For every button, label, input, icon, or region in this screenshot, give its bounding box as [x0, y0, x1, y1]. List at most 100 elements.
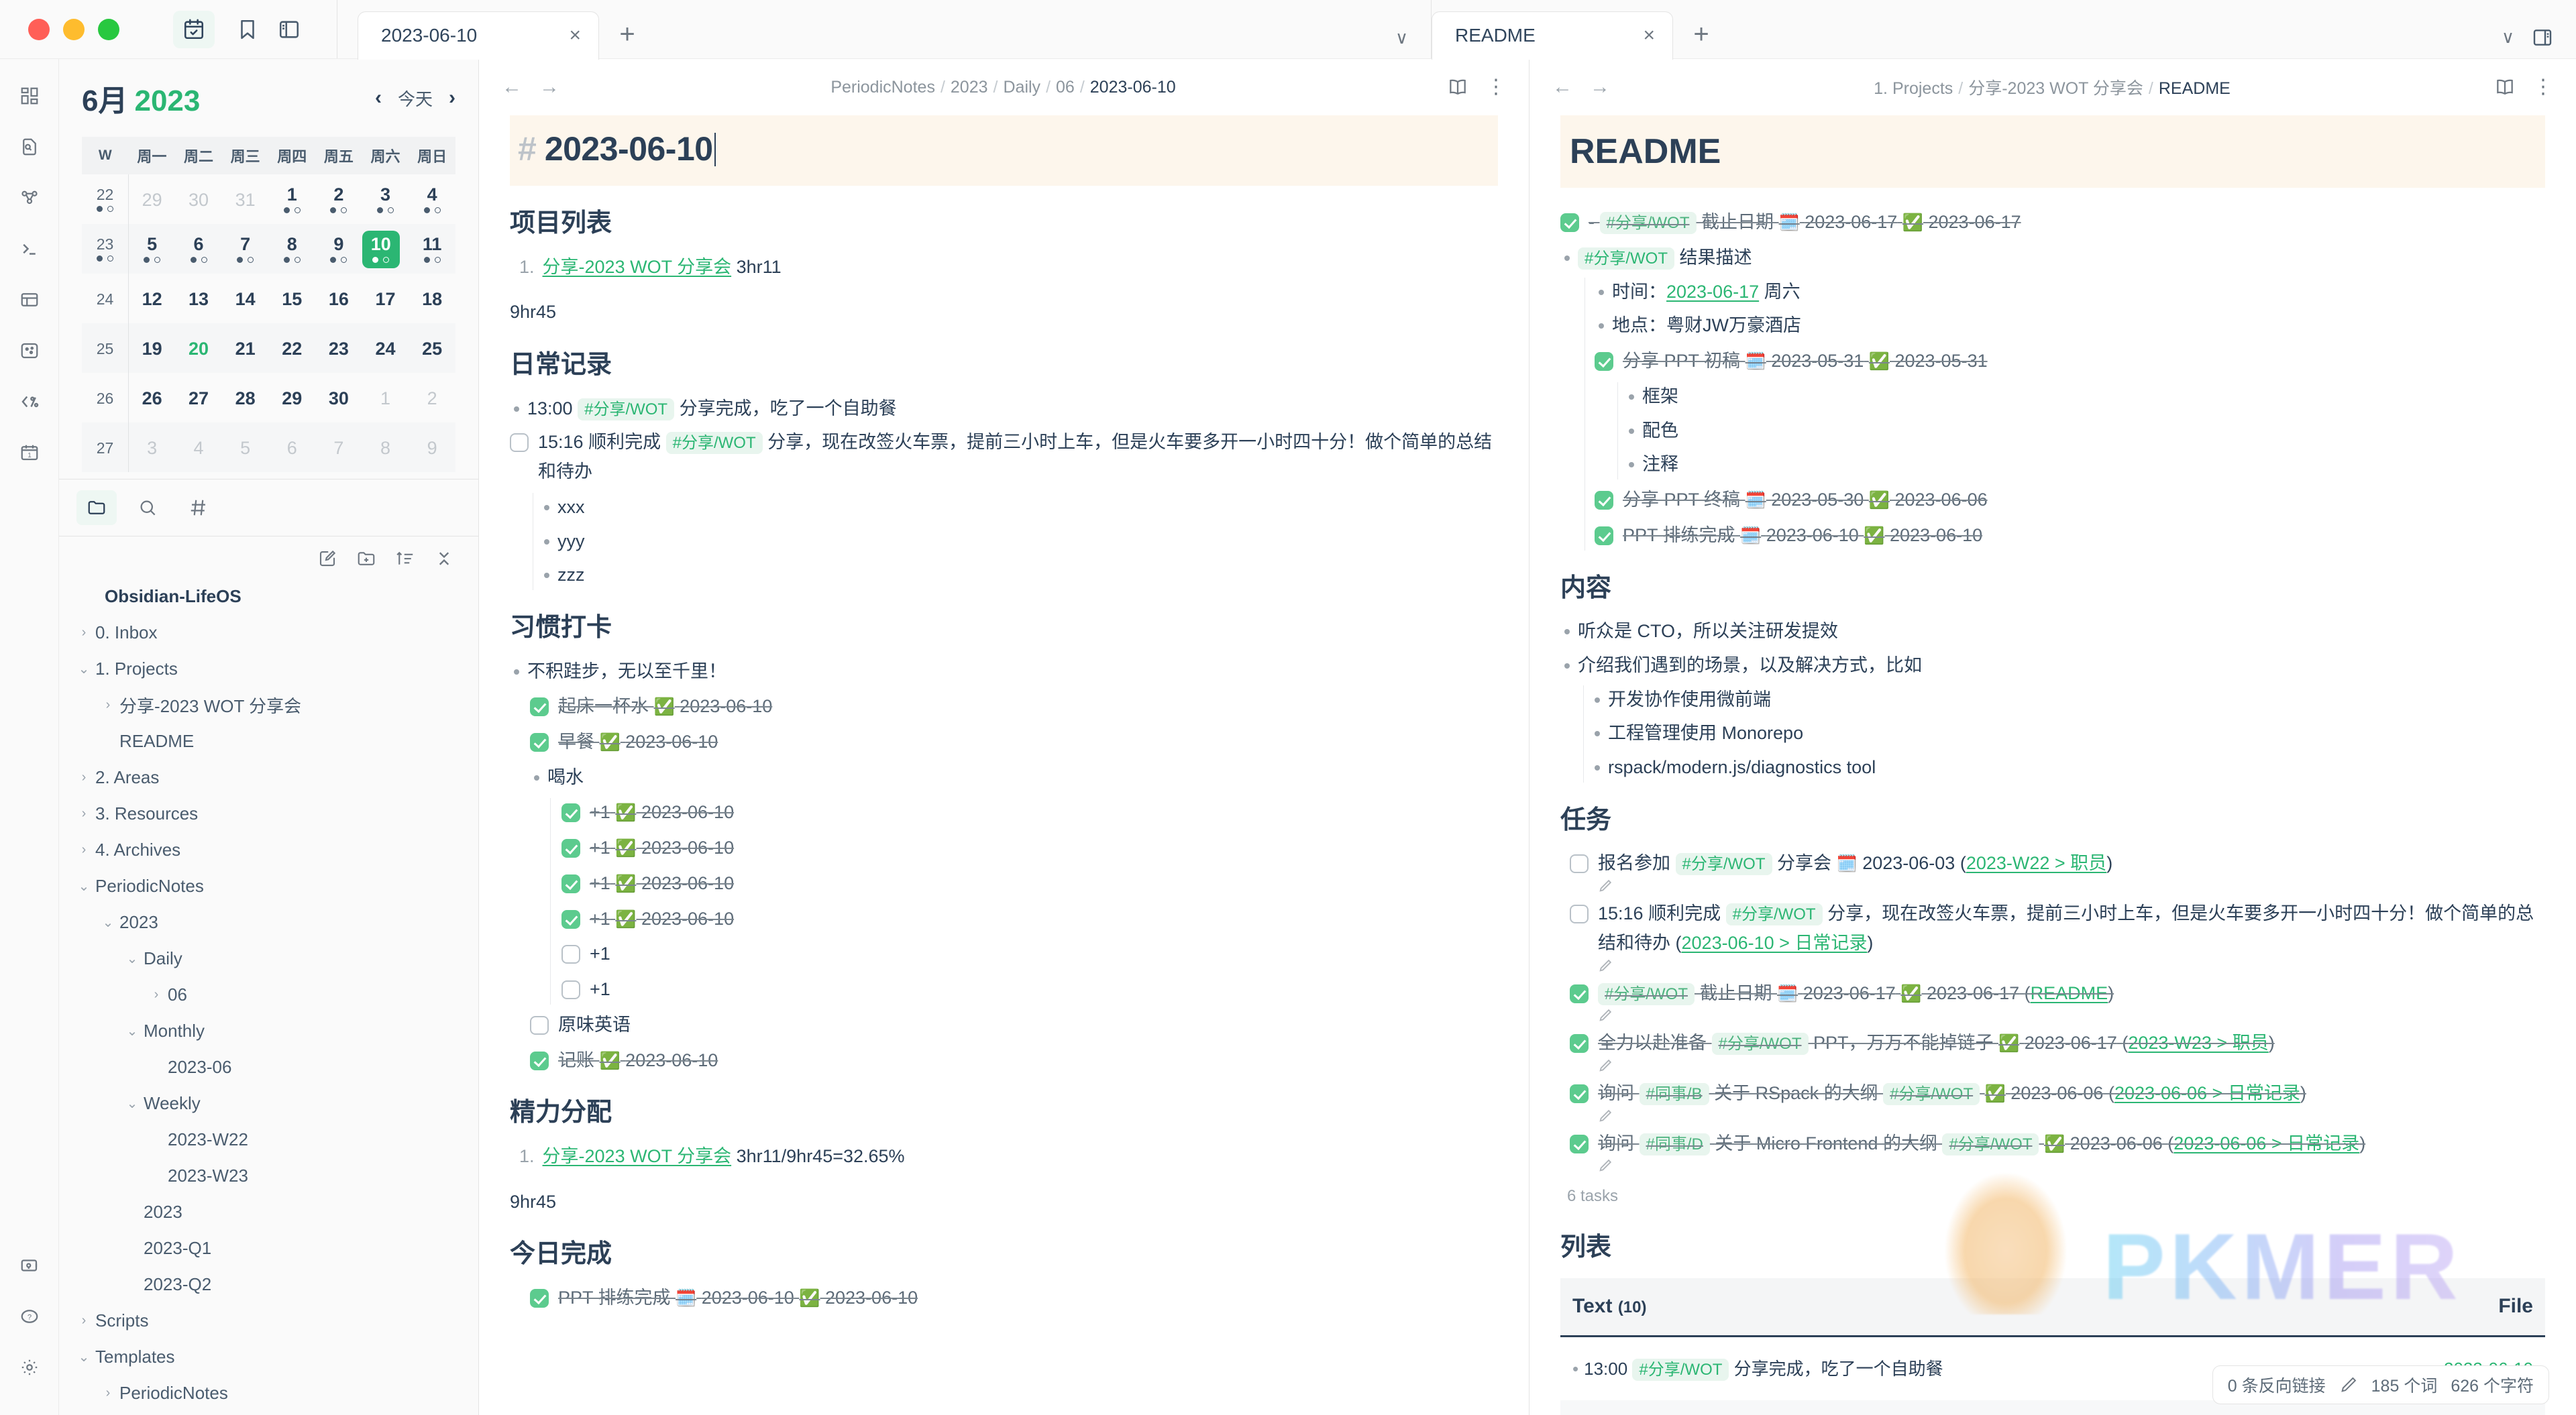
source-link[interactable]: 2023-06-10 > 日常记录 [1682, 933, 1868, 953]
task-checkbox[interactable] [1570, 984, 1589, 1003]
breadcrumb[interactable]: 1. Projects / 分享-2023 WOT 分享会 / README [1625, 75, 2479, 99]
task-checkbox[interactable] [530, 1015, 549, 1035]
chevron-down-icon[interactable]: ⌄ [97, 914, 119, 931]
forward-button[interactable]: → [1590, 76, 1610, 99]
source-link[interactable]: README [2031, 983, 2108, 1003]
maximize-window-button[interactable] [98, 18, 119, 40]
calendar-day[interactable]: 20 [175, 323, 222, 373]
tree-item-2023-06[interactable]: 2023-06 [59, 1049, 478, 1085]
center-editor[interactable]: # 2023-06-10 项目列表 1. 分享-2023 WOT 分享会 3hr… [479, 115, 1529, 1415]
task-checkbox[interactable] [561, 803, 580, 823]
chevron-right-icon[interactable]: › [72, 770, 95, 785]
tree-item-periodicnotes[interactable]: › PeriodicNotes [59, 1375, 478, 1411]
calendar-day[interactable]: 5 [128, 224, 176, 274]
calendar-day[interactable]: 30 [315, 373, 362, 422]
tag-chip[interactable]: #分享/WOT [1598, 982, 1695, 1005]
calendar-day[interactable]: 13 [175, 274, 222, 323]
calendar-day[interactable]: 2 [409, 373, 455, 422]
collapse-all-button[interactable] [434, 549, 454, 569]
new-folder-button[interactable] [356, 549, 376, 569]
breadcrumb-segment[interactable]: 2023 [951, 78, 988, 97]
source-link[interactable]: 2023-W22 > 职员 [1966, 853, 2106, 873]
energy-link[interactable]: 分享-2023 WOT 分享会 [543, 1146, 732, 1166]
chevron-right-icon[interactable]: › [97, 1385, 119, 1401]
calendar-week-number[interactable]: 25 [82, 323, 129, 373]
pencil-icon[interactable] [1598, 1008, 2545, 1023]
forward-button[interactable]: → [539, 76, 559, 99]
back-button[interactable]: ← [502, 76, 522, 99]
tree-item-scripts[interactable]: › Scripts [59, 1302, 478, 1339]
calendar-day[interactable]: 22 [268, 323, 316, 373]
calendar-week-number[interactable]: 22 [82, 174, 129, 224]
settings-gear-icon[interactable] [9, 1347, 50, 1388]
tree-item-2.-areas[interactable]: › 2. Areas [59, 759, 478, 795]
project-link[interactable]: 分享-2023 WOT 分享会 [543, 257, 732, 277]
sort-button[interactable] [395, 549, 415, 569]
chevron-down-icon[interactable]: ⌄ [72, 661, 95, 677]
tag-chip[interactable]: #分享/WOT [1578, 247, 1674, 270]
chevron-down-icon[interactable]: ⌄ [72, 878, 95, 895]
calendar-day[interactable]: 2 [315, 174, 362, 224]
column-header-text[interactable]: Text (10) [1560, 1278, 2404, 1337]
calendar-day[interactable]: 28 [222, 373, 269, 422]
task-checkbox[interactable] [561, 839, 580, 858]
chevron-down-icon[interactable]: ∨ [1395, 27, 1408, 48]
task-checkbox[interactable] [1595, 491, 1613, 510]
calendar-day[interactable]: 29 [269, 373, 316, 422]
file-explorer-tab[interactable] [76, 490, 117, 525]
breadcrumb-segment[interactable]: Daily [1003, 78, 1040, 97]
calendar-day[interactable]: 24 [362, 323, 409, 373]
calendar-day[interactable]: 10 [362, 224, 409, 274]
pencil-icon[interactable] [1598, 1158, 2545, 1173]
calendar-week-number[interactable]: 24 [82, 274, 129, 323]
grid-icon[interactable] [9, 75, 50, 117]
bookmark-icon[interactable] [227, 11, 268, 48]
calendar-week-number[interactable]: 26 [82, 373, 129, 422]
more-options-icon[interactable]: ⋮ [1486, 77, 1506, 97]
breadcrumb-segment[interactable]: 2023-06-10 [1090, 78, 1176, 97]
task-checkbox[interactable] [1570, 1084, 1589, 1104]
calendar-day[interactable]: 7 [221, 224, 269, 274]
tag-chip[interactable]: #分享/WOT [665, 432, 763, 455]
tree-item-2023-q2[interactable]: 2023-Q2 [59, 1266, 478, 1302]
tree-item-2023[interactable]: 2023 [59, 1194, 478, 1230]
calendar-day[interactable]: 26 [129, 373, 176, 422]
tree-item-2023-w23[interactable]: 2023-W23 [59, 1157, 478, 1194]
calendar-day[interactable]: 14 [222, 274, 269, 323]
calendar-day[interactable]: 25 [409, 323, 455, 373]
calendar-day[interactable]: 4 [175, 422, 222, 472]
reading-view-icon[interactable] [1447, 76, 1468, 98]
task-checkbox[interactable] [1570, 1134, 1589, 1153]
toggle-left-sidebar-icon[interactable] [268, 11, 310, 48]
chevron-right-icon[interactable]: › [72, 625, 95, 640]
source-link[interactable]: 2023-06-06 > 日常记录 [2174, 1133, 2359, 1153]
tree-item-2023-w22[interactable]: 2023-W22 [59, 1121, 478, 1157]
calendar-day-icon[interactable]: 1 [9, 432, 50, 473]
tree-item-4.-archives[interactable]: › 4. Archives [59, 832, 478, 868]
calendar-today-button[interactable]: 今天 [398, 86, 433, 111]
tag-chip[interactable]: #分享/WOT [1711, 1033, 1809, 1056]
task-checkbox[interactable] [510, 433, 529, 453]
task-checkbox[interactable] [1570, 905, 1589, 924]
tree-item-06[interactable]: › 06 [59, 976, 478, 1013]
chevron-right-icon[interactable]: › [72, 1313, 95, 1328]
calendar-next-button[interactable]: › [449, 88, 455, 108]
tree-item-3.-resources[interactable]: › 3. Resources [59, 795, 478, 832]
calendar-day[interactable]: 11 [409, 224, 455, 274]
tab-readme[interactable]: README × [1432, 11, 1673, 60]
pencil-icon[interactable] [1598, 1109, 2545, 1123]
chevron-down-icon[interactable]: ⌄ [121, 950, 144, 967]
calendar-week-number[interactable]: 23 [82, 224, 129, 274]
task-checkbox[interactable] [561, 945, 580, 964]
breadcrumb-segment[interactable]: PeriodicNotes [830, 78, 935, 97]
terminal-icon[interactable] [9, 228, 50, 270]
calendar-week-number[interactable]: 27 [82, 422, 129, 472]
chevron-down-icon[interactable]: ∨ [2502, 27, 2514, 48]
backlinks-count[interactable]: 0 条反向链接 [2228, 1373, 2326, 1397]
tree-item-1.-projects[interactable]: ⌄ 1. Projects [59, 650, 478, 687]
calendar-day[interactable]: 1 [362, 373, 409, 422]
close-window-button[interactable] [28, 18, 50, 40]
source-link[interactable]: 2023-06-06 > 日常记录 [2114, 1083, 2300, 1103]
task-checkbox[interactable] [561, 909, 580, 929]
toggle-right-sidebar-icon[interactable] [2532, 27, 2553, 48]
